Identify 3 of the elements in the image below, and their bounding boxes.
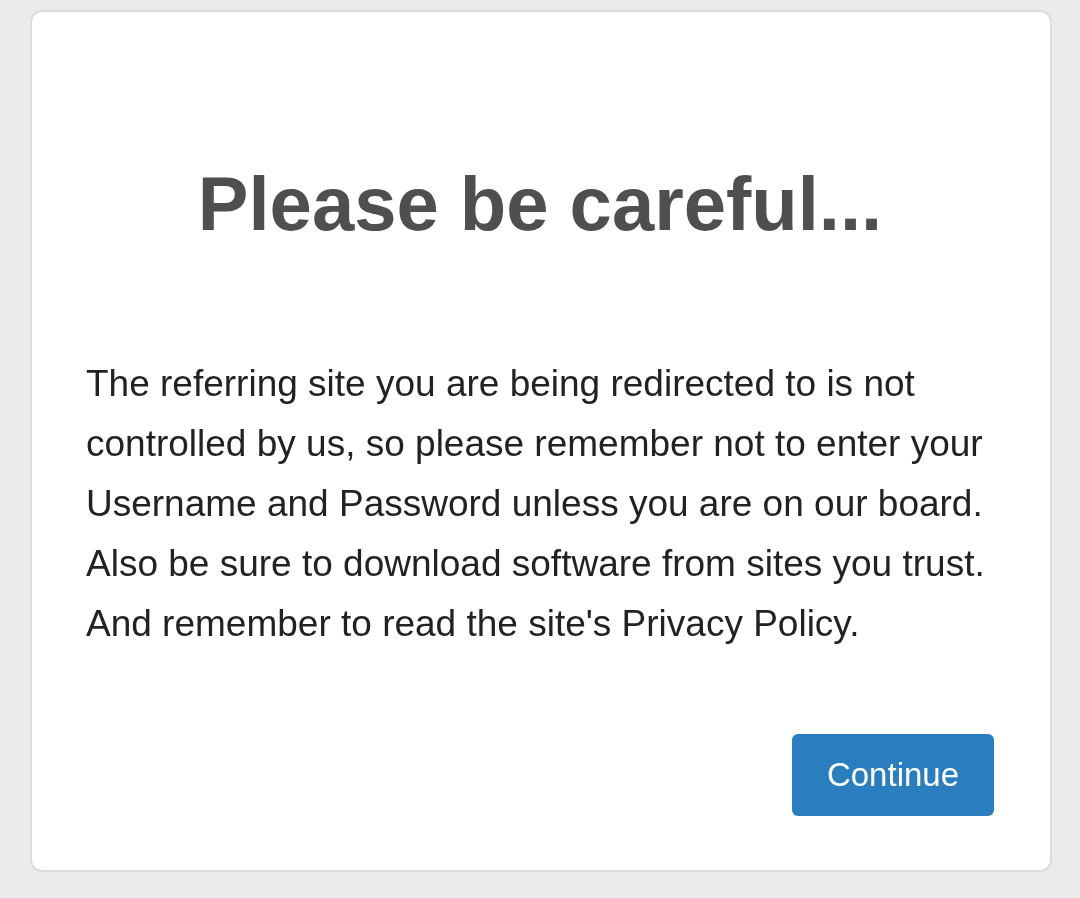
continue-button[interactable]: Continue — [792, 734, 994, 816]
dialog-title: Please be careful... — [196, 162, 884, 246]
warning-message: The referring site you are being redirected to is not controlled by us, so please remember not to enter your Username and Password unless you are on our board. Also be sure to download software from sites you trust. And remember to read the site's Privacy Policy. — [86, 361, 986, 646]
